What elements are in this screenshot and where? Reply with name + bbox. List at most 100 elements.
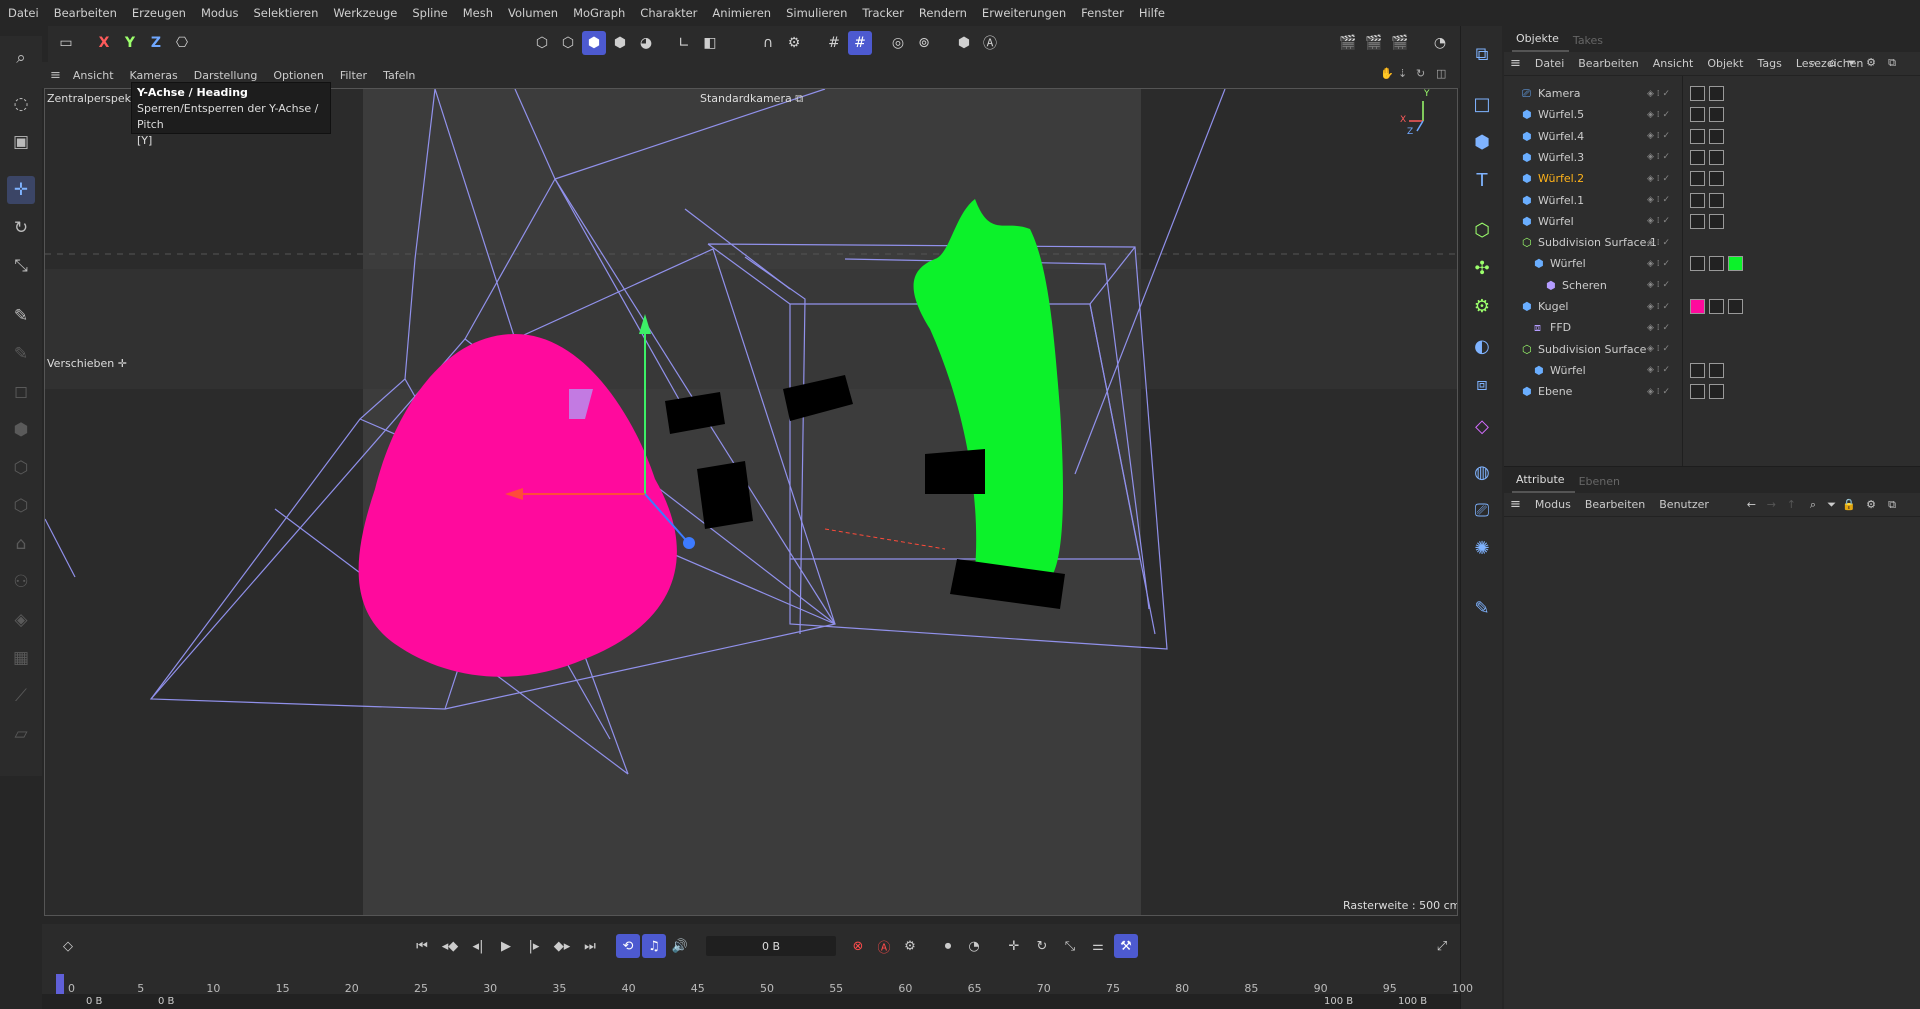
object-tag[interactable] [1690, 171, 1705, 187]
filter-icon[interactable]: ⏷ [1847, 56, 1856, 70]
field-icon[interactable]: ◇ [1468, 412, 1496, 440]
keyframe-selection-icon[interactable]: ⏺ [936, 934, 960, 958]
param-key-icon[interactable]: ⚌ [1086, 934, 1110, 958]
visibility-icon[interactable]: ◈ ⁞ ✓ [1647, 89, 1670, 99]
move-tool-icon[interactable]: ✛ [7, 176, 35, 204]
material-tag[interactable] [1709, 362, 1724, 378]
object-tag[interactable] [1690, 192, 1705, 208]
range-start2-field[interactable]: 0 B [158, 996, 174, 1007]
material-icon[interactable]: ▦ [7, 644, 35, 672]
obj-menu-objekt[interactable]: Objekt [1707, 57, 1743, 70]
obj-menu-bearbeiten[interactable]: Bearbeiten [1578, 57, 1638, 70]
polygons-mode-icon[interactable]: ⌂ [7, 530, 35, 558]
menu-hilfe[interactable]: Hilfe [1139, 6, 1165, 20]
3d-viewport[interactable]: Zentralperspekti Standardkamera ⧉ Versch… [44, 88, 1458, 916]
edit-icon[interactable]: ✎ [1468, 594, 1496, 622]
object-tag[interactable] [1690, 362, 1705, 378]
new-window-icon[interactable]: ⧉ [1888, 56, 1896, 70]
vp-menu-optionen[interactable]: Optionen [273, 69, 323, 82]
attr-menu-modus[interactable]: Modus [1535, 498, 1571, 511]
back-arrow-icon[interactable]: ← [1747, 498, 1756, 511]
hamburger-icon[interactable]: ≡ [1510, 56, 1521, 71]
subdivision-icon[interactable]: ⬡ [1468, 216, 1496, 244]
tab-objekte[interactable]: Objekte [1512, 32, 1569, 52]
visibility-icon[interactable]: ◈ ⁞ ✓ [1647, 131, 1670, 141]
visibility-icon[interactable]: ◈ ⁞ ✓ [1647, 280, 1670, 290]
up-arrow-icon[interactable]: ↑ [1787, 498, 1796, 511]
rotation-key-icon[interactable]: ↻ [1030, 934, 1054, 958]
menu-erweiterungen[interactable]: Erweiterungen [982, 6, 1066, 20]
deformer-icon[interactable]: ◐ [1468, 332, 1496, 360]
settings-icon[interactable]: ⚙ [1866, 56, 1876, 69]
mesh-mode-icon[interactable]: ⬢ [7, 416, 35, 444]
tab-takes[interactable]: Takes [1569, 34, 1613, 52]
range-end2-field[interactable]: 100 B [1398, 996, 1427, 1007]
brush-icon[interactable]: ✎ [7, 302, 35, 330]
next-key-icon[interactable]: ◆▸ [550, 934, 574, 958]
position-key-icon[interactable]: ✛ [1002, 934, 1026, 958]
material-tag[interactable] [1709, 384, 1724, 400]
vp-menu-darstellung[interactable]: Darstellung [194, 69, 258, 82]
menu-volumen[interactable]: Volumen [508, 6, 558, 20]
live-selection-icon[interactable]: ◌ [7, 90, 35, 118]
points-mode-icon[interactable]: ⬡ [7, 454, 35, 482]
expand-timeline-icon[interactable]: ⤢ [1430, 934, 1454, 958]
autokey-icon[interactable]: Ⓐ [872, 934, 896, 958]
object-row[interactable]: ⬢ Kugel ◈ ⁞ ✓ [1504, 296, 1920, 317]
display-icon[interactable]: ⬢ [952, 31, 976, 55]
snap-axis-icon[interactable]: ∟ [672, 31, 696, 55]
visibility-icon[interactable]: ◈ ⁞ ✓ [1647, 238, 1670, 248]
menu-werkzeuge[interactable]: Werkzeuge [333, 6, 397, 20]
knife-icon[interactable]: ⟋ [7, 682, 35, 710]
pla-key-icon[interactable]: ⚒ [1114, 934, 1138, 958]
loop-icon[interactable]: ⟲ [616, 934, 640, 958]
range-start-field[interactable]: 0 B [86, 996, 102, 1007]
object-row[interactable]: ⧈ FFD ◈ ⁞ ✓ [1504, 317, 1920, 338]
maximize-view-icon[interactable]: ◫ [1436, 67, 1446, 80]
object-row[interactable]: ⬡ Subdivision Surface.1 ◈ ⁞ ✓ [1504, 232, 1920, 253]
object-row[interactable]: ⬢ Würfel.2 ◈ ⁞ ✓ [1504, 168, 1920, 189]
menu-rendern[interactable]: Rendern [919, 6, 967, 20]
playhead[interactable] [56, 974, 64, 996]
scale-key-icon[interactable]: ⤡ [1058, 934, 1082, 958]
menu-mograph[interactable]: MoGraph [573, 6, 625, 20]
menu-selektieren[interactable]: Selektieren [253, 6, 318, 20]
object-row[interactable]: ⬢ Würfel ◈ ⁞ ✓ [1504, 360, 1920, 381]
symmetry-icon[interactable]: ◎ [886, 31, 910, 55]
visibility-icon[interactable]: ◈ ⁞ ✓ [1647, 174, 1670, 184]
next-frame-icon[interactable]: |▸ [522, 934, 546, 958]
object-tag[interactable] [1690, 128, 1705, 144]
null-object-icon[interactable]: □ [1468, 90, 1496, 118]
axis-y-button[interactable]: Y [118, 31, 142, 55]
menu-simulieren[interactable]: Simulieren [786, 6, 847, 20]
object-tag[interactable] [1690, 384, 1705, 400]
pan-icon[interactable]: ✋ [1380, 67, 1394, 80]
material-tag[interactable] [1709, 256, 1724, 272]
material-tag[interactable] [1709, 213, 1724, 229]
polygons-icon[interactable]: ⬢ [582, 31, 606, 55]
current-frame-field[interactable]: 0 B [706, 936, 836, 956]
object-icon[interactable]: ◕ [634, 31, 658, 55]
orbit-icon[interactable]: ↻ [1416, 67, 1425, 80]
menu-spline[interactable]: Spline [412, 6, 447, 20]
menu-datei[interactable]: Datei [8, 6, 39, 20]
prev-frame-icon[interactable]: ◂| [466, 934, 490, 958]
visibility-icon[interactable]: ◈ ⁞ ✓ [1647, 259, 1670, 269]
menu-mesh[interactable]: Mesh [463, 6, 493, 20]
material-tag[interactable] [1728, 256, 1743, 272]
visibility-icon[interactable]: ◈ ⁞ ✓ [1647, 110, 1670, 120]
material-tag[interactable] [1709, 299, 1724, 314]
object-tag[interactable] [1690, 299, 1705, 314]
box-selection-icon[interactable]: ▣ [7, 128, 35, 156]
forward-arrow-icon[interactable]: → [1767, 498, 1776, 511]
object-row[interactable]: ⎚ Kamera ◈ ⁞ ✓ [1504, 83, 1920, 104]
workplane-icon[interactable]: # [848, 31, 872, 55]
environment-icon[interactable]: ◍ [1468, 458, 1496, 486]
axis-x-button[interactable]: X [92, 31, 116, 55]
menu-charakter[interactable]: Charakter [640, 6, 697, 20]
attr-menu-benutzer[interactable]: Benutzer [1659, 498, 1709, 511]
play-icon[interactable]: ▶ [494, 934, 518, 958]
visibility-icon[interactable]: ◈ ⁞ ✓ [1647, 216, 1670, 226]
visibility-icon[interactable]: ◈ ⁞ ✓ [1647, 387, 1670, 397]
menu-erzeugen[interactable]: Erzeugen [132, 6, 186, 20]
